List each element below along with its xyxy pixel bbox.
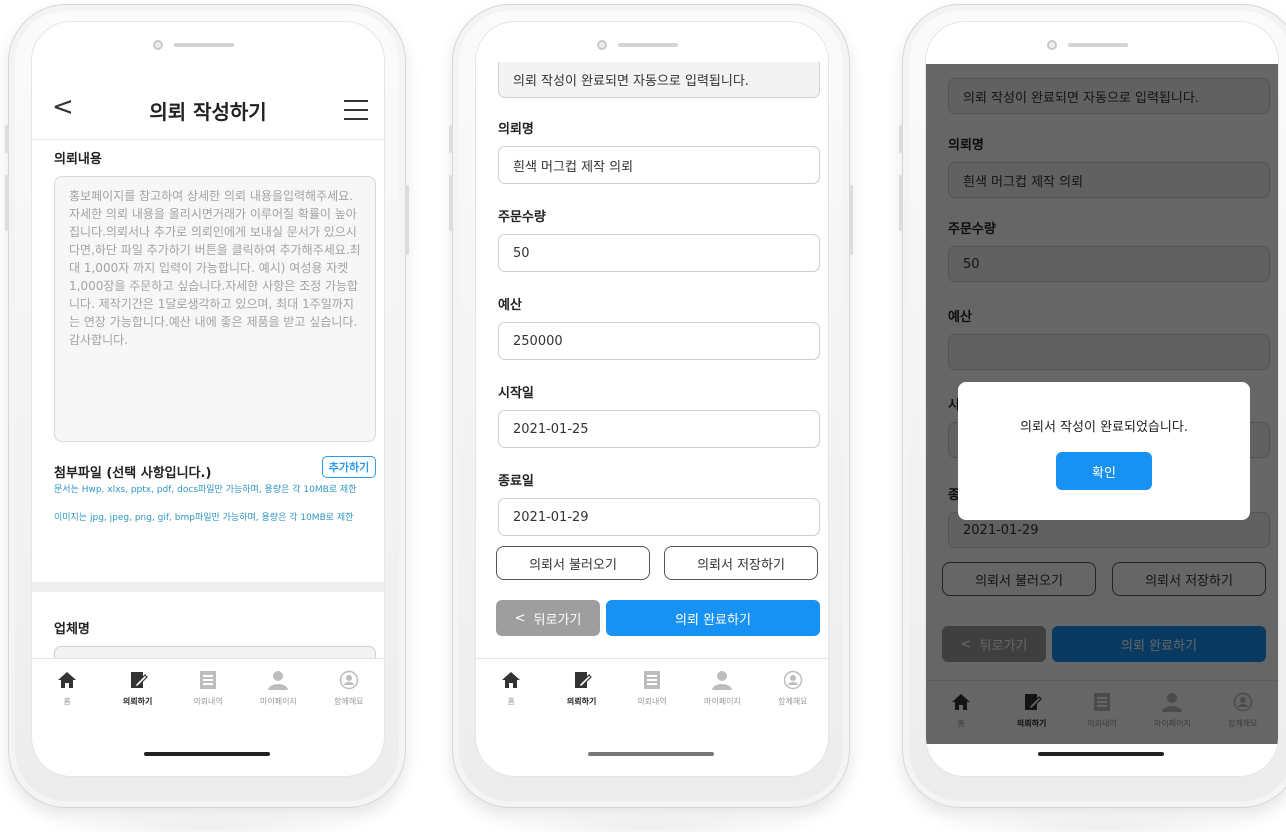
nav-item-together[interactable]: 함께해요 (758, 659, 828, 720)
nav-item-mypage[interactable]: 마이페이지 (687, 659, 757, 720)
nav-label: 의뢰내역 (193, 697, 223, 706)
history-icon (197, 669, 219, 691)
speaker-grille (618, 43, 678, 47)
home-icon (56, 669, 78, 691)
nav-item-home[interactable]: 홈 (476, 659, 546, 720)
image-note: 이미지는 jpg, jpeg, png, gif, bmp파일만 가능하며, 용… (54, 513, 354, 523)
home-icon (500, 669, 522, 691)
attach-label: 첨부파일 (선택 사항입니다.) (54, 466, 212, 481)
completion-dialog: 의뢰서 작성이 완료되었습니다. 확인 (958, 382, 1250, 520)
back-button[interactable]: < 뒤로가기 (496, 600, 600, 636)
stage: < 의뢰 작성하기 의뢰내용 홍보페이지를 참고하여 상세한 의뢰 내용을입력해… (0, 0, 1286, 832)
company-label: 업체명 (54, 622, 90, 637)
nav-label: 홈 (63, 697, 71, 706)
nav-item-home[interactable]: 홈 (32, 659, 102, 720)
nav-label: 홈 (507, 697, 515, 706)
content-textarea[interactable]: 홍보페이지를 참고하여 상세한 의뢰 내용을입력해주세요. 자세한 의뢰 내용을… (54, 176, 376, 442)
home-indicator (588, 752, 714, 756)
screen: 의뢰 작성이 완료되면 자동으로 입력됩니다. 의뢰명 흰색 머그컵 제작 의뢰… (925, 21, 1279, 777)
nav-item-history[interactable]: 의뢰내역 (173, 659, 243, 720)
budget-label: 예산 (498, 298, 522, 313)
phone-request-form: < 의뢰 작성하기 의뢰내용 홍보페이지를 참고하여 상세한 의뢰 내용을입력해… (5, 4, 409, 832)
together-icon (338, 669, 360, 691)
nav-label: 의뢰하기 (122, 697, 153, 706)
dialog-message: 의뢰서 작성이 완료되었습니다. (1020, 420, 1188, 435)
nav-label: 함께해요 (778, 697, 808, 706)
camera-icon (1047, 40, 1057, 50)
screen: < 의뢰 작성하기 의뢰내용 홍보페이지를 참고하여 상세한 의뢰 내용을입력해… (31, 21, 385, 777)
save-request-button[interactable]: 의뢰서 저장하기 (664, 546, 818, 580)
page-title: 의뢰 작성하기 (149, 100, 267, 124)
nav-item-request[interactable]: 의뢰하기 (546, 659, 616, 720)
header: < 의뢰 작성하기 (32, 78, 384, 140)
section-divider (32, 582, 384, 592)
budget-field[interactable]: 250000 (498, 322, 820, 360)
end-date-label: 종료일 (498, 474, 534, 489)
quantity-label: 주문수량 (498, 210, 546, 225)
user-icon (267, 669, 289, 691)
nav-item-together[interactable]: 함께해요 (314, 659, 384, 720)
nav-item-history[interactable]: 의뢰내역 (617, 659, 687, 720)
nav-label: 마이페이지 (704, 697, 741, 706)
nav-item-request[interactable]: 의뢰하기 (102, 659, 172, 720)
bottom-nav: 홈 의뢰하기 의뢰내역 마이페이지 함께해요 (32, 658, 384, 720)
modal-overlay[interactable]: 의뢰서 작성이 완료되었습니다. 확인 (926, 64, 1278, 744)
add-file-button[interactable]: 추가하기 (322, 456, 376, 478)
auto-note-field: 의뢰 작성이 완료되면 자동으로 입력됩니다. (498, 62, 820, 98)
complete-request-button[interactable]: 의뢰 완료하기 (606, 600, 820, 636)
request-icon (571, 669, 593, 691)
together-icon (782, 669, 804, 691)
name-label: 의뢰명 (498, 122, 534, 137)
request-icon (127, 669, 149, 691)
confirm-button[interactable]: 확인 (1056, 452, 1152, 490)
home-indicator (144, 752, 270, 756)
speaker-grille (1068, 43, 1128, 47)
nav-label: 함께해요 (334, 697, 364, 706)
chevron-left-icon: < (514, 610, 526, 626)
phone-request-details: 의뢰 작성이 완료되면 자동으로 입력됩니다. 의뢰명 흰색 머그컵 제작 의뢰… (449, 4, 853, 832)
home-indicator (1038, 752, 1164, 756)
nav-label: 마이페이지 (260, 697, 297, 706)
start-date-label: 시작일 (498, 386, 534, 401)
history-icon (641, 669, 663, 691)
document-note: 문서는 Hwp, xlxs, pptx, pdf, docs파일만 가능하며, … (54, 485, 357, 495)
speaker-grille (174, 43, 234, 47)
quantity-field[interactable]: 50 (498, 234, 820, 272)
request-name-field[interactable]: 흰색 머그컵 제작 의뢰 (498, 146, 820, 184)
camera-icon (153, 40, 163, 50)
screen: 의뢰 작성이 완료되면 자동으로 입력됩니다. 의뢰명 흰색 머그컵 제작 의뢰… (475, 21, 829, 777)
user-icon (711, 669, 733, 691)
load-request-button[interactable]: 의뢰서 불러오기 (496, 546, 650, 580)
back-button-label: 뒤로가기 (533, 612, 582, 628)
phone-request-complete: 의뢰 작성이 완료되면 자동으로 입력됩니다. 의뢰명 흰색 머그컵 제작 의뢰… (899, 4, 1286, 832)
nav-item-mypage[interactable]: 마이페이지 (243, 659, 313, 720)
end-date-field[interactable]: 2021-01-29 (498, 498, 820, 536)
content-label: 의뢰내용 (54, 152, 102, 167)
nav-label: 의뢰하기 (566, 697, 597, 706)
nav-label: 의뢰내역 (637, 697, 667, 706)
bottom-nav: 홈 의뢰하기 의뢰내역 마이페이지 함께해요 (476, 658, 828, 720)
camera-icon (597, 40, 607, 50)
start-date-field[interactable]: 2021-01-25 (498, 410, 820, 448)
menu-icon[interactable] (344, 100, 368, 120)
